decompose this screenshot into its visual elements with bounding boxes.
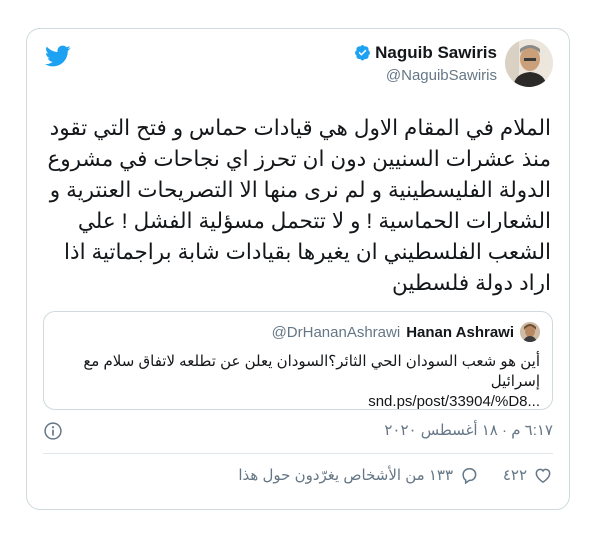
replies-text: ١٣٣ من الأشخاص يغرّدون حول هذا [238, 467, 453, 484]
tweet-actions: ٤٢٢ ١٣٣ من الأشخاص يغرّدون حول هذا [27, 465, 569, 489]
quoted-author-name: Hanan Ashrawi [406, 323, 514, 341]
reply-bubble-icon [462, 468, 477, 485]
twitter-bird-icon[interactable] [43, 43, 73, 69]
quoted-tweet-text: أين هو شعب السودان الحي الثائر؟السودان ي… [83, 353, 540, 390]
quoted-tweet[interactable]: @DrHananAshrawi Hanan Ashrawi أين هو شعب… [43, 311, 553, 410]
like-button[interactable]: ٤٢٢ [503, 465, 553, 485]
heart-icon [535, 468, 551, 483]
tweet-timestamp[interactable]: ٦:١٧ م · ١٨ أغسطس ٢٠٢٠ [384, 421, 553, 439]
like-count: ٤٢٢ [502, 467, 527, 484]
divider [43, 453, 553, 454]
author-name[interactable]: Naguib Sawiris [375, 43, 497, 63]
tweet-text: الملام في المقام الاول هي قيادات حماس و … [47, 116, 551, 295]
quoted-avatar [520, 322, 540, 342]
info-icon[interactable] [43, 421, 63, 441]
quoted-tweet-link[interactable]: snd.ps/post/33904/%D8... [56, 392, 540, 412]
quoted-tweet-author[interactable]: @DrHananAshrawi Hanan Ashrawi [272, 322, 540, 342]
verified-badge-icon [355, 45, 371, 61]
tweet-card[interactable]: Naguib Sawiris @NaguibSawiris الملام في … [26, 28, 570, 510]
tweet-author[interactable]: Naguib Sawiris @NaguibSawiris [354, 39, 553, 87]
avatar[interactable] [505, 39, 553, 87]
quoted-author-handle: @DrHananAshrawi [271, 323, 401, 341]
author-handle[interactable]: @NaguibSawiris [354, 67, 497, 84]
replies-button[interactable]: ١٣٣ من الأشخاص يغرّدون حول هذا [238, 465, 479, 485]
